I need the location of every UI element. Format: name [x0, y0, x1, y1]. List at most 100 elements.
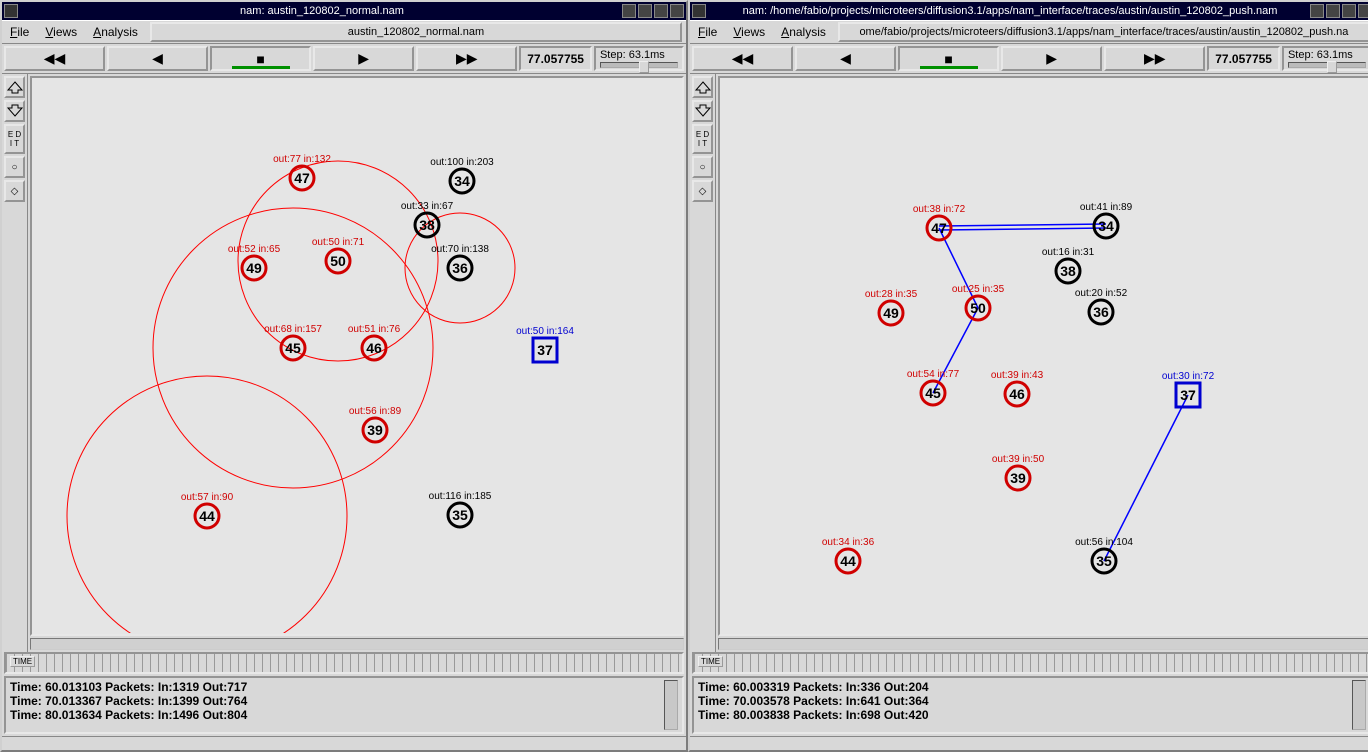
timeline-label: TIME	[698, 656, 723, 667]
svg-text:44: 44	[840, 553, 856, 569]
stop-button[interactable]: ■	[898, 46, 999, 71]
minimize-icon[interactable]	[1310, 4, 1324, 18]
svg-text:49: 49	[883, 305, 899, 321]
svg-text:out:38 in:72: out:38 in:72	[913, 204, 966, 215]
svg-text:out:34 in:36: out:34 in:36	[822, 537, 875, 548]
sys-menu-icon[interactable]	[692, 4, 706, 18]
close-icon[interactable]	[1358, 4, 1368, 18]
svg-text:out:70 in:138: out:70 in:138	[431, 244, 489, 255]
svg-text:39: 39	[1010, 470, 1026, 486]
svg-text:50: 50	[330, 253, 346, 269]
time-display: 77.057755	[519, 46, 592, 71]
svg-text:49: 49	[246, 260, 262, 276]
step-control[interactable]: Step: 63.1ms	[594, 46, 684, 71]
window-left: nam: austin_120802_normal.nam FFileile V…	[0, 0, 688, 752]
step-control[interactable]: Step: 63.1ms	[1282, 46, 1368, 71]
menu-views[interactable]: Views	[725, 23, 773, 41]
svg-text:44: 44	[199, 508, 215, 524]
diamond-tool-button[interactable]: ◇	[4, 180, 25, 202]
menubar: FFileile Views Analysis austin_120802_no…	[2, 20, 686, 44]
arrow-up-icon	[694, 80, 711, 94]
svg-text:34: 34	[1098, 218, 1114, 234]
log-scrollbar[interactable]	[1352, 680, 1366, 730]
svg-text:out:100 in:203: out:100 in:203	[430, 157, 494, 168]
svg-text:out:54 in:77: out:54 in:77	[907, 369, 960, 380]
svg-text:out:41 in:89: out:41 in:89	[1080, 202, 1133, 213]
hscrollbar[interactable]	[718, 638, 1368, 650]
menu-views[interactable]: Views	[37, 23, 85, 41]
svg-text:out:51 in:76: out:51 in:76	[348, 324, 401, 335]
svg-text:46: 46	[1009, 386, 1025, 402]
arrow-down-icon	[694, 104, 711, 118]
svg-text:out:28 in:35: out:28 in:35	[865, 289, 918, 300]
fast-forward-button[interactable]: ▶▶	[416, 46, 517, 71]
zoom-out-button[interactable]	[4, 100, 25, 122]
circle-tool-button[interactable]: ○	[692, 156, 713, 178]
maximize-icon[interactable]	[638, 4, 652, 18]
titlebar-right[interactable]: nam: /home/fabio/projects/microteers/dif…	[690, 2, 1368, 20]
rewind-button[interactable]: ◀◀	[692, 46, 793, 71]
hscrollbar[interactable]	[30, 638, 684, 650]
rewind-button[interactable]: ◀◀	[4, 46, 105, 71]
svg-text:38: 38	[1060, 263, 1076, 279]
circle-tool-button[interactable]: ○	[4, 156, 25, 178]
svg-text:36: 36	[452, 260, 468, 276]
diamond-tool-button[interactable]: ◇	[692, 180, 713, 202]
edit-button[interactable]: E DI T	[4, 124, 25, 154]
menu-file[interactable]: File	[690, 23, 725, 41]
log-panel: Time: 60.003319 Packets: In:336 Out:204T…	[692, 676, 1368, 734]
maximize2-icon[interactable]	[1342, 4, 1356, 18]
sys-menu-icon[interactable]	[4, 4, 18, 18]
svg-text:46: 46	[366, 340, 382, 356]
svg-text:47: 47	[294, 170, 310, 186]
main-area: E DI T ○ ◇ out:77 in:13247out:100 in:203…	[2, 74, 686, 652]
close-icon[interactable]	[670, 4, 684, 18]
minimize-icon[interactable]	[622, 4, 636, 18]
log-text[interactable]: Time: 60.003319 Packets: In:336 Out:204T…	[698, 680, 1352, 730]
svg-text:38: 38	[419, 217, 435, 233]
step-label: Step: 63.1ms	[600, 49, 678, 61]
log-scrollbar[interactable]	[664, 680, 678, 730]
filepath-box[interactable]: ome/fabio/projects/microteers/diffusion3…	[838, 22, 1368, 42]
topology-canvas[interactable]: out:77 in:13247out:100 in:20334out:33 in…	[30, 76, 684, 636]
maximize2-icon[interactable]	[654, 4, 668, 18]
play-button[interactable]: ▶	[1001, 46, 1102, 71]
svg-text:out:52 in:65: out:52 in:65	[228, 244, 281, 255]
side-toolbar: E DI T ○ ◇	[2, 74, 28, 652]
svg-text:out:116 in:185: out:116 in:185	[429, 491, 492, 502]
playback-toolbar: ◀◀ ◀ ■ ▶ ▶▶ 77.057755 Step: 63.1ms	[690, 44, 1368, 74]
svg-text:39: 39	[367, 422, 383, 438]
svg-text:35: 35	[452, 507, 468, 523]
step-slider[interactable]	[600, 62, 678, 68]
main-area: E DI T ○ ◇ out:38 in:7247out:41 in:8934o…	[690, 74, 1368, 652]
arrow-up-icon	[6, 80, 23, 94]
playback-toolbar: ◀◀ ◀ ■ ▶ ▶▶ 77.057755 Step: 63.1ms	[2, 44, 686, 74]
zoom-in-button[interactable]	[4, 76, 25, 98]
edit-button[interactable]: E DI T	[692, 124, 713, 154]
step-back-button[interactable]: ◀	[795, 46, 896, 71]
play-button[interactable]: ▶	[313, 46, 414, 71]
step-back-button[interactable]: ◀	[107, 46, 208, 71]
svg-text:out:68 in:157: out:68 in:157	[264, 324, 322, 335]
timeline[interactable]: TIME	[4, 652, 684, 674]
step-slider[interactable]	[1288, 62, 1366, 68]
timeline[interactable]: TIME	[692, 652, 1368, 674]
topology-canvas[interactable]: out:38 in:72 47 out:41 in:89 34 out:16 in:31…	[718, 76, 1368, 636]
svg-text:47: 47	[931, 220, 947, 236]
zoom-out-button[interactable]	[692, 100, 713, 122]
svg-text:out:25 in:35: out:25 in:35	[952, 284, 1005, 295]
svg-text:out:16 in:31: out:16 in:31	[1042, 247, 1095, 258]
maximize-icon[interactable]	[1326, 4, 1340, 18]
svg-text:45: 45	[285, 340, 301, 356]
zoom-in-button[interactable]	[692, 76, 713, 98]
svg-text:out:56 in:89: out:56 in:89	[349, 406, 402, 417]
menu-file[interactable]: FFileile	[2, 23, 37, 41]
fast-forward-button[interactable]: ▶▶	[1104, 46, 1205, 71]
stop-button[interactable]: ■	[210, 46, 311, 71]
svg-text:out:56 in:104: out:56 in:104	[1075, 537, 1133, 548]
log-text[interactable]: Time: 60.013103 Packets: In:1319 Out:717…	[10, 680, 664, 730]
menu-analysis[interactable]: Analysis	[85, 23, 146, 41]
filepath-box[interactable]: austin_120802_normal.nam	[150, 22, 682, 42]
titlebar-left[interactable]: nam: austin_120802_normal.nam	[2, 2, 686, 20]
menu-analysis[interactable]: Analysis	[773, 23, 834, 41]
